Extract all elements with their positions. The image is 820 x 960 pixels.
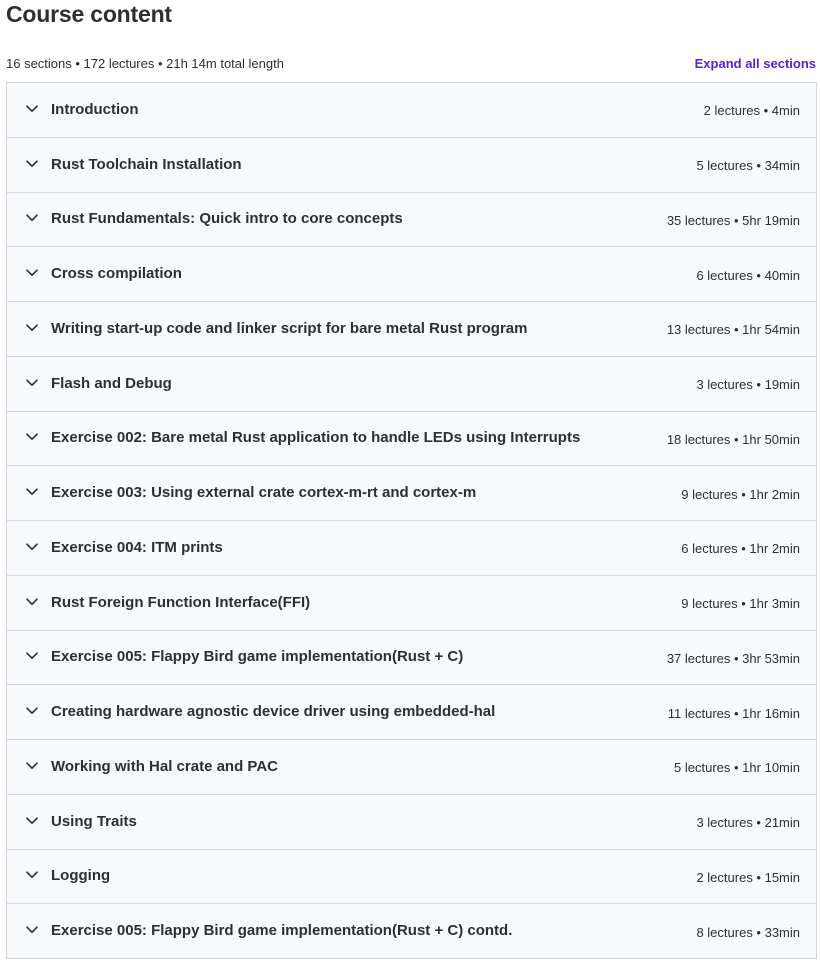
sections-accordion: Introduction 2 lectures • 4min Rust Toolch… — [6, 82, 817, 959]
section-title: Rust Toolchain Installation — [51, 155, 242, 173]
section-header[interactable]: Writing start-up code and linker script … — [7, 302, 816, 357]
section-header[interactable]: Exercise 003: Using external crate corte… — [7, 466, 816, 521]
chevron-down-icon[interactable] — [25, 321, 39, 335]
section-title: Exercise 003: Using external crate corte… — [51, 484, 477, 502]
section-header[interactable]: Exercise 002: Bare metal Rust applicatio… — [7, 411, 816, 467]
section-meta: 5 lectures • 1hr 10min — [674, 760, 800, 776]
chevron-down-icon[interactable] — [25, 102, 39, 116]
section-meta: 37 lectures • 3hr 53min — [666, 650, 800, 666]
section-meta: 5 lectures • 34min — [696, 158, 800, 174]
section-meta: 6 lectures • 1hr 2min — [681, 541, 800, 557]
section-meta: 35 lectures • 5hr 19min — [666, 212, 800, 228]
chevron-down-icon[interactable] — [25, 595, 39, 609]
section-meta: 2 lectures • 4min — [703, 103, 800, 119]
section-meta: 8 lectures • 33min — [696, 924, 800, 940]
course-content-panel: Course content 16 sections • 172 lecture… — [0, 0, 820, 960]
section-title: Logging — [51, 867, 111, 885]
section-header[interactable]: Introduction 2 lectures • 4min — [7, 83, 816, 138]
section-header[interactable]: Creating hardware agnostic device driver… — [7, 685, 816, 740]
section-title: Rust Foreign Function Interface(FFI) — [51, 593, 311, 611]
section-title: Cross compilation — [51, 265, 182, 283]
summary-row: 16 sections • 172 lectures • 21h 14m tot… — [6, 54, 816, 72]
section-header[interactable]: Logging 2 lectures • 15min — [7, 849, 816, 905]
section-meta: 3 lectures • 21min — [696, 815, 800, 831]
section-title: Flash and Debug — [51, 374, 172, 392]
expand-all-sections-button[interactable]: Expand all sections — [695, 56, 816, 71]
section-meta: 13 lectures • 1hr 54min — [666, 322, 800, 338]
course-summary: 16 sections • 172 lectures • 21h 14m tot… — [6, 55, 284, 71]
section-title: Working with Hal crate and PAC — [51, 757, 278, 775]
chevron-down-icon[interactable] — [25, 868, 39, 882]
chevron-down-icon[interactable] — [25, 814, 39, 828]
section-header[interactable]: Rust Fundamentals: Quick intro to core c… — [7, 192, 816, 248]
chevron-down-icon[interactable] — [25, 923, 39, 937]
section-header[interactable]: Flash and Debug 3 lectures • 19min — [7, 356, 816, 412]
chevron-down-icon[interactable] — [25, 485, 39, 499]
section-title: Creating hardware agnostic device driver… — [51, 703, 496, 721]
chevron-down-icon[interactable] — [25, 157, 39, 171]
section-header[interactable]: Rust Toolchain Installation 5 lectures • … — [7, 137, 816, 193]
section-meta: 2 lectures • 15min — [696, 869, 800, 885]
chevron-down-icon[interactable] — [25, 266, 39, 280]
section-meta: 9 lectures • 1hr 2min — [681, 486, 800, 502]
chevron-down-icon[interactable] — [25, 649, 39, 663]
chevron-down-icon[interactable] — [25, 704, 39, 718]
section-header[interactable]: Rust Foreign Function Interface(FFI) 9 le… — [7, 575, 816, 631]
section-meta: 18 lectures • 1hr 50min — [666, 431, 800, 447]
section-title: Exercise 004: ITM prints — [51, 538, 223, 556]
section-header[interactable]: Cross compilation 6 lectures • 40min — [7, 247, 816, 302]
section-meta: 3 lectures • 19min — [696, 377, 800, 393]
section-title: Exercise 005: Flappy Bird game implement… — [51, 922, 513, 940]
chevron-down-icon[interactable] — [25, 376, 39, 390]
chevron-down-icon[interactable] — [25, 759, 39, 773]
section-meta: 11 lectures • 1hr 16min — [667, 705, 800, 721]
section-header[interactable]: Exercise 004: ITM prints 6 lectures • 1hr… — [7, 521, 816, 576]
section-header[interactable]: Using Traits 3 lectures • 21min — [7, 794, 816, 850]
section-header[interactable]: Working with Hal crate and PAC 5 lectures… — [7, 740, 816, 795]
section-title: Exercise 005: Flappy Bird game implement… — [51, 648, 464, 666]
chevron-down-icon[interactable] — [25, 540, 39, 554]
section-header[interactable]: Exercise 005: Flappy Bird game implement… — [7, 904, 816, 959]
chevron-down-icon[interactable] — [25, 430, 39, 444]
section-title: Introduction — [51, 100, 139, 118]
section-title: Exercise 002: Bare metal Rust applicatio… — [51, 429, 581, 447]
section-title: Rust Fundamentals: Quick intro to core c… — [51, 210, 403, 228]
section-meta: 9 lectures • 1hr 3min — [681, 596, 800, 612]
page-title: Course content — [6, 1, 172, 27]
section-meta: 6 lectures • 40min — [696, 267, 800, 283]
section-title: Writing start-up code and linker script … — [51, 319, 528, 337]
section-header[interactable]: Exercise 005: Flappy Bird game implement… — [7, 630, 816, 686]
chevron-down-icon[interactable] — [25, 211, 39, 225]
section-title: Using Traits — [51, 812, 137, 830]
